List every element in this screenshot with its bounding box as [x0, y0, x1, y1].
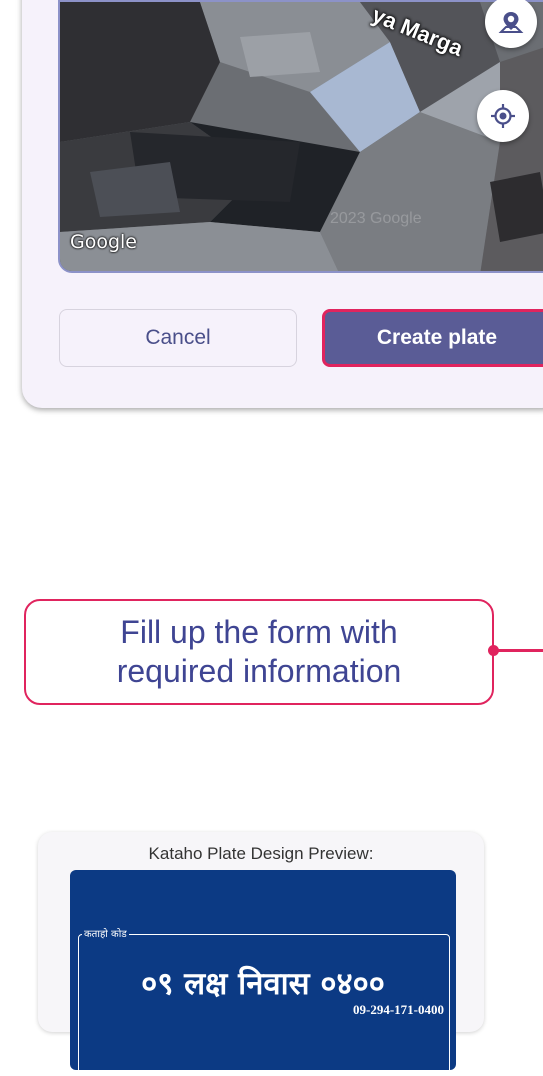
plate-code-label: कताहो कोड — [82, 926, 129, 940]
plate-preview-card: Kataho Plate Design Preview: कताहो कोड ०… — [38, 832, 484, 1076]
instruction-callout: Fill up the form with required informati… — [24, 599, 494, 705]
plate-preview: कताहो कोड ०९ लक्ष निवास ०४०० 09-294-171-… — [70, 870, 456, 1076]
plate-main-text: ०९ लक्ष निवास ०४०० — [141, 966, 385, 1002]
callout-line-1: Fill up the form with — [120, 614, 398, 650]
map-view[interactable]: ya Marga 2023 Google Google — [58, 0, 543, 273]
create-plate-button[interactable]: Create plate — [322, 309, 543, 367]
plate-number: 09-294-171-0400 — [353, 1002, 444, 1017]
preview-title: Kataho Plate Design Preview: — [148, 844, 374, 863]
map-watermark: 2023 Google — [330, 210, 422, 227]
callout-line-2: required information — [116, 653, 402, 689]
cancel-button[interactable]: Cancel — [59, 309, 297, 367]
my-location-button[interactable] — [477, 90, 529, 142]
my-location-icon — [491, 104, 515, 128]
callout-connector-line — [494, 649, 543, 652]
google-logo: Google — [70, 231, 138, 253]
location-pin-icon — [498, 12, 524, 33]
